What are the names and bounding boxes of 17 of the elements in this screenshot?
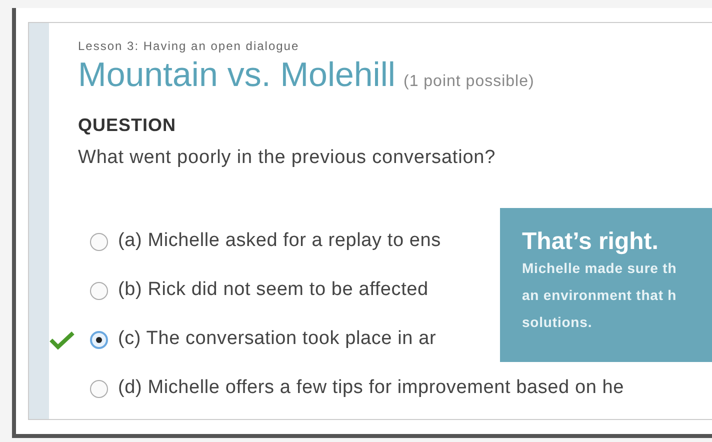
lesson-label: Lesson 3: Having an open dialogue: [78, 38, 300, 54]
option-label: (b) Rick did not seem to be affected: [118, 278, 428, 302]
question-heading: QUESTION: [78, 114, 176, 136]
radio-button[interactable]: [90, 330, 108, 348]
problem-title: Mountain vs. Molehill: [78, 57, 396, 93]
feedback-text: an environment that h: [522, 287, 677, 304]
option-label: (c) The conversation took place in ar: [118, 327, 436, 352]
radio-button[interactable]: [90, 380, 108, 398]
option-label: (a) Michelle asked for a replay to ens: [118, 229, 441, 254]
option-label: (d) Michelle offers a few tips for improvement based on he: [118, 376, 624, 400]
radio-button[interactable]: [90, 232, 108, 250]
question-text: What went poorly in the previous conversation?: [78, 146, 496, 170]
radio-button[interactable]: [90, 282, 108, 300]
points-label: (1 point possible): [403, 72, 534, 92]
feedback-text: solutions.: [522, 314, 592, 331]
feedback-text: Michelle made sure th: [522, 260, 677, 277]
feedback-heading: That’s right.: [522, 228, 658, 256]
